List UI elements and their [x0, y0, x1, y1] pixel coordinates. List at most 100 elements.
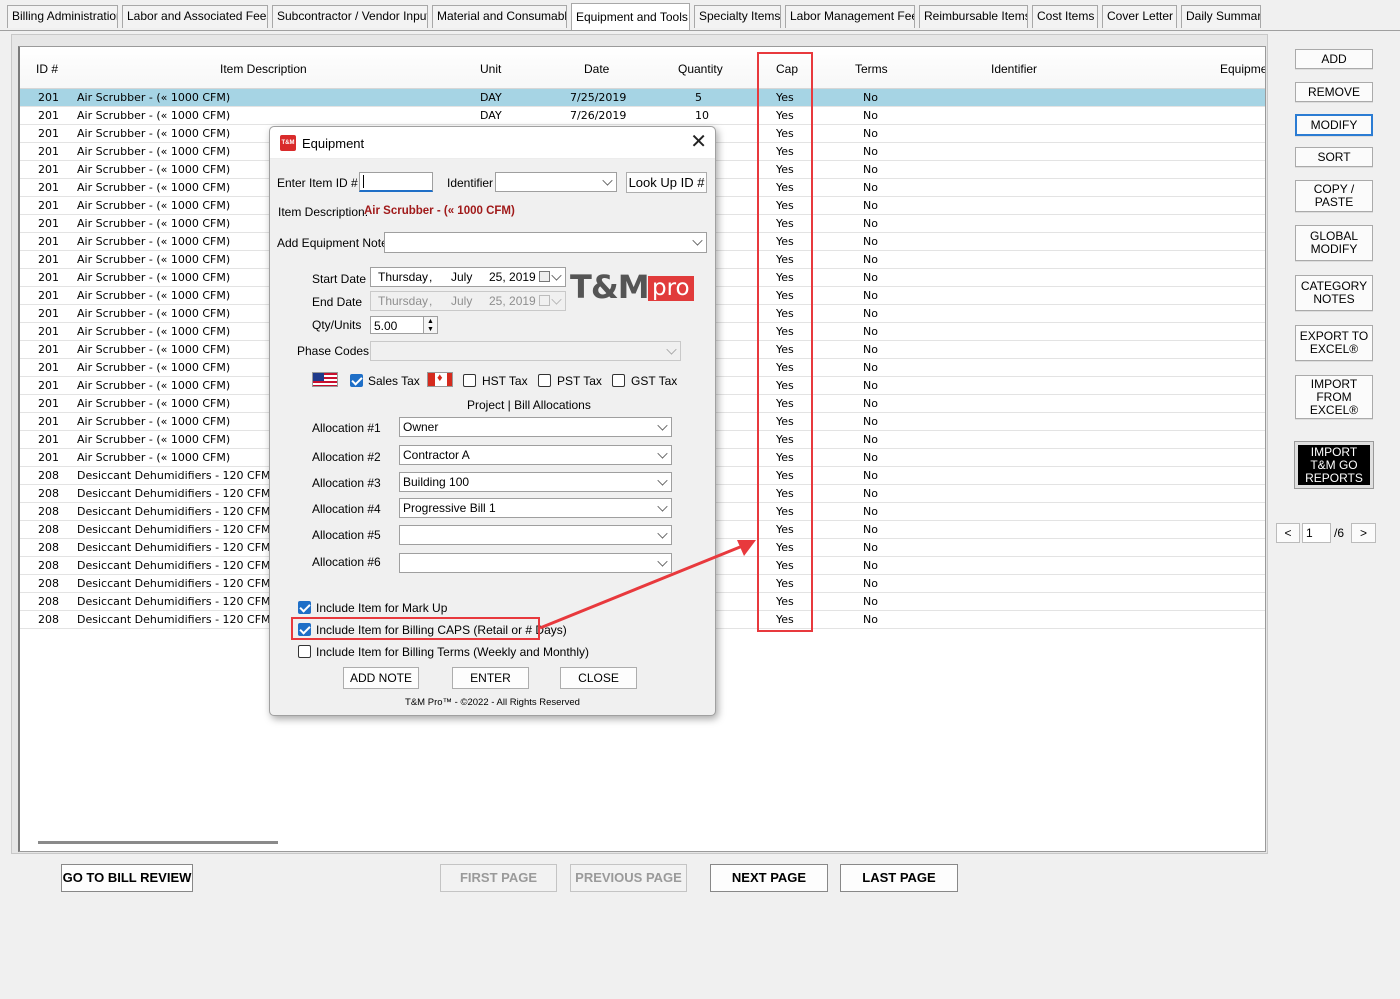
- allocation-5-select[interactable]: [399, 525, 672, 545]
- global-modify-button[interactable]: GLOBAL MODIFY: [1295, 225, 1373, 261]
- tab-billing-administration[interactable]: Billing Administration: [7, 5, 118, 28]
- cell-id: 201: [38, 109, 59, 122]
- tab-reimbursable[interactable]: Reimbursable Items: [919, 5, 1028, 28]
- markup-checkbox[interactable]: [298, 601, 311, 614]
- tab-cost-items[interactable]: Cost Items: [1032, 5, 1098, 28]
- import-tm-go-button[interactable]: IMPORT T&M GO REPORTS: [1294, 441, 1374, 489]
- modify-button[interactable]: MODIFY: [1295, 114, 1373, 136]
- category-notes-button[interactable]: CATEGORY NOTES: [1295, 275, 1373, 311]
- cell-description: Air Scrubber - (« 1000 CFM): [77, 433, 231, 446]
- qty-units-input[interactable]: 5.00: [370, 316, 424, 334]
- phase-codes-select[interactable]: [370, 341, 681, 361]
- cell-quantity: 5: [695, 91, 702, 104]
- previous-page-button[interactable]: PREVIOUS PAGE: [570, 864, 687, 892]
- last-page-button[interactable]: LAST PAGE: [840, 864, 958, 892]
- cell-id: 208: [38, 577, 59, 590]
- col-identifier[interactable]: Identifier: [991, 62, 1037, 76]
- identifier-label: Identifier: [447, 176, 494, 190]
- col-unit[interactable]: Unit: [480, 62, 501, 76]
- col-id[interactable]: ID #: [36, 62, 58, 76]
- billing-terms-checkbox[interactable]: [298, 645, 311, 658]
- allocation-2-select[interactable]: Contractor A: [399, 445, 672, 465]
- cell-id: 201: [38, 433, 59, 446]
- horizontal-scrollbar[interactable]: [38, 841, 278, 844]
- col-description[interactable]: Item Description: [220, 62, 307, 76]
- end-day-year: 25, 2019: [489, 294, 536, 308]
- cell-description: Air Scrubber - (« 1000 CFM): [77, 343, 231, 356]
- cell-id: 201: [38, 217, 59, 230]
- go-to-bill-review-button[interactable]: GO TO BILL REVIEW: [61, 864, 193, 892]
- table-row[interactable]: 201 Air Scrubber - (« 1000 CFM) DAY 7/25/20…: [20, 89, 1265, 107]
- close-icon[interactable]: ✕: [690, 131, 707, 153]
- table-row[interactable]: 201 Air Scrubber - (« 1000 CFM) DAY 7/26/20…: [20, 107, 1265, 125]
- cap-column-highlight: [757, 52, 813, 632]
- calendar-icon[interactable]: [539, 271, 550, 282]
- grid-header: ID # Item Description Unit Date Quantity…: [20, 47, 1265, 89]
- tab-equipment[interactable]: Equipment and Tools: [571, 3, 690, 30]
- tab-specialty[interactable]: Specialty Items: [694, 5, 781, 28]
- allocation-3-select[interactable]: Building 100: [399, 472, 672, 492]
- enter-button[interactable]: ENTER: [452, 667, 529, 689]
- chevron-down-icon: [657, 448, 668, 459]
- start-day-year: 25, 2019: [489, 270, 536, 284]
- tab-daily-summary[interactable]: Daily Summary: [1181, 5, 1261, 28]
- add-note-button[interactable]: ADD NOTE: [343, 667, 419, 689]
- cell-id: 201: [38, 325, 59, 338]
- allocation-1-select[interactable]: Owner: [399, 417, 672, 437]
- col-quantity[interactable]: Quantity: [678, 62, 723, 76]
- gst-tax-checkbox[interactable]: [612, 374, 625, 387]
- import-excel-button[interactable]: IMPORT FROM EXCEL®: [1295, 375, 1373, 419]
- cell-terms: No: [863, 145, 878, 158]
- identifier-select[interactable]: [495, 172, 617, 192]
- pager-prev-button[interactable]: <: [1276, 523, 1300, 543]
- allocation-4-select[interactable]: Progressive Bill 1: [399, 498, 672, 518]
- tab-labor-fees[interactable]: Labor and Associated Fees: [122, 5, 268, 28]
- pst-tax-checkbox[interactable]: [538, 374, 551, 387]
- look-up-id-button[interactable]: Look Up ID #: [626, 172, 707, 193]
- equipment-note-select[interactable]: [384, 232, 707, 253]
- qty-stepper[interactable]: ▲ ▼: [423, 316, 438, 334]
- item-id-input[interactable]: [359, 172, 433, 192]
- tab-cover-letter[interactable]: Cover Letter: [1102, 5, 1177, 28]
- cell-id: 201: [38, 397, 59, 410]
- caret-up-icon[interactable]: ▲: [427, 318, 434, 325]
- cell-description: Desiccant Dehumidifiers - 120 CFM: [77, 577, 271, 590]
- cell-terms: No: [863, 325, 878, 338]
- col-date[interactable]: Date: [584, 62, 609, 76]
- first-page-button[interactable]: FIRST PAGE: [440, 864, 557, 892]
- hst-tax-checkbox[interactable]: [463, 374, 476, 387]
- tab-strip: Billing Administration Labor and Associa…: [0, 0, 1400, 31]
- end-date-picker[interactable]: Thursday , July 25, 2019: [370, 291, 566, 311]
- remove-button[interactable]: REMOVE: [1295, 82, 1373, 102]
- pager-next-button[interactable]: >: [1351, 523, 1376, 543]
- tab-labor-management[interactable]: Labor Management Fee: [785, 5, 915, 28]
- cell-terms: No: [863, 181, 878, 194]
- tab-material[interactable]: Material and Consumable: [432, 5, 567, 28]
- allocation-6-select[interactable]: [399, 553, 672, 573]
- cell-terms: No: [863, 397, 878, 410]
- cell-terms: No: [863, 217, 878, 230]
- add-button[interactable]: ADD: [1295, 49, 1373, 69]
- chevron-down-icon: [551, 270, 562, 281]
- sort-button[interactable]: SORT: [1295, 147, 1373, 167]
- start-date-picker[interactable]: Thursday , July 25, 2019: [370, 267, 566, 287]
- copy-paste-button[interactable]: COPY / PASTE: [1295, 180, 1373, 212]
- close-button[interactable]: CLOSE: [560, 667, 637, 689]
- col-equipment[interactable]: Equipme: [1220, 62, 1265, 76]
- tab-subcontractor[interactable]: Subcontractor / Vendor Input: [272, 5, 428, 28]
- pager-total: /6: [1334, 526, 1345, 540]
- export-excel-button[interactable]: EXPORT TO EXCEL®: [1295, 325, 1373, 361]
- next-page-button[interactable]: NEXT PAGE: [710, 864, 828, 892]
- col-terms[interactable]: Terms: [855, 62, 888, 76]
- caret-down-icon[interactable]: ▼: [427, 326, 434, 333]
- allocation-2-label: Allocation #2: [312, 450, 381, 464]
- allocation-3-value: Building 100: [403, 475, 470, 489]
- cell-terms: No: [863, 451, 878, 464]
- cell-id: 201: [38, 415, 59, 428]
- cell-id: 208: [38, 469, 59, 482]
- cell-description: Desiccant Dehumidifiers - 120 CFM: [77, 613, 271, 626]
- sales-tax-checkbox[interactable]: [350, 374, 363, 387]
- add-equipment-note-label: Add Equipment Note: [277, 236, 388, 250]
- allocation-1-label: Allocation #1: [312, 421, 381, 435]
- pager-page-input[interactable]: 1: [1302, 523, 1331, 543]
